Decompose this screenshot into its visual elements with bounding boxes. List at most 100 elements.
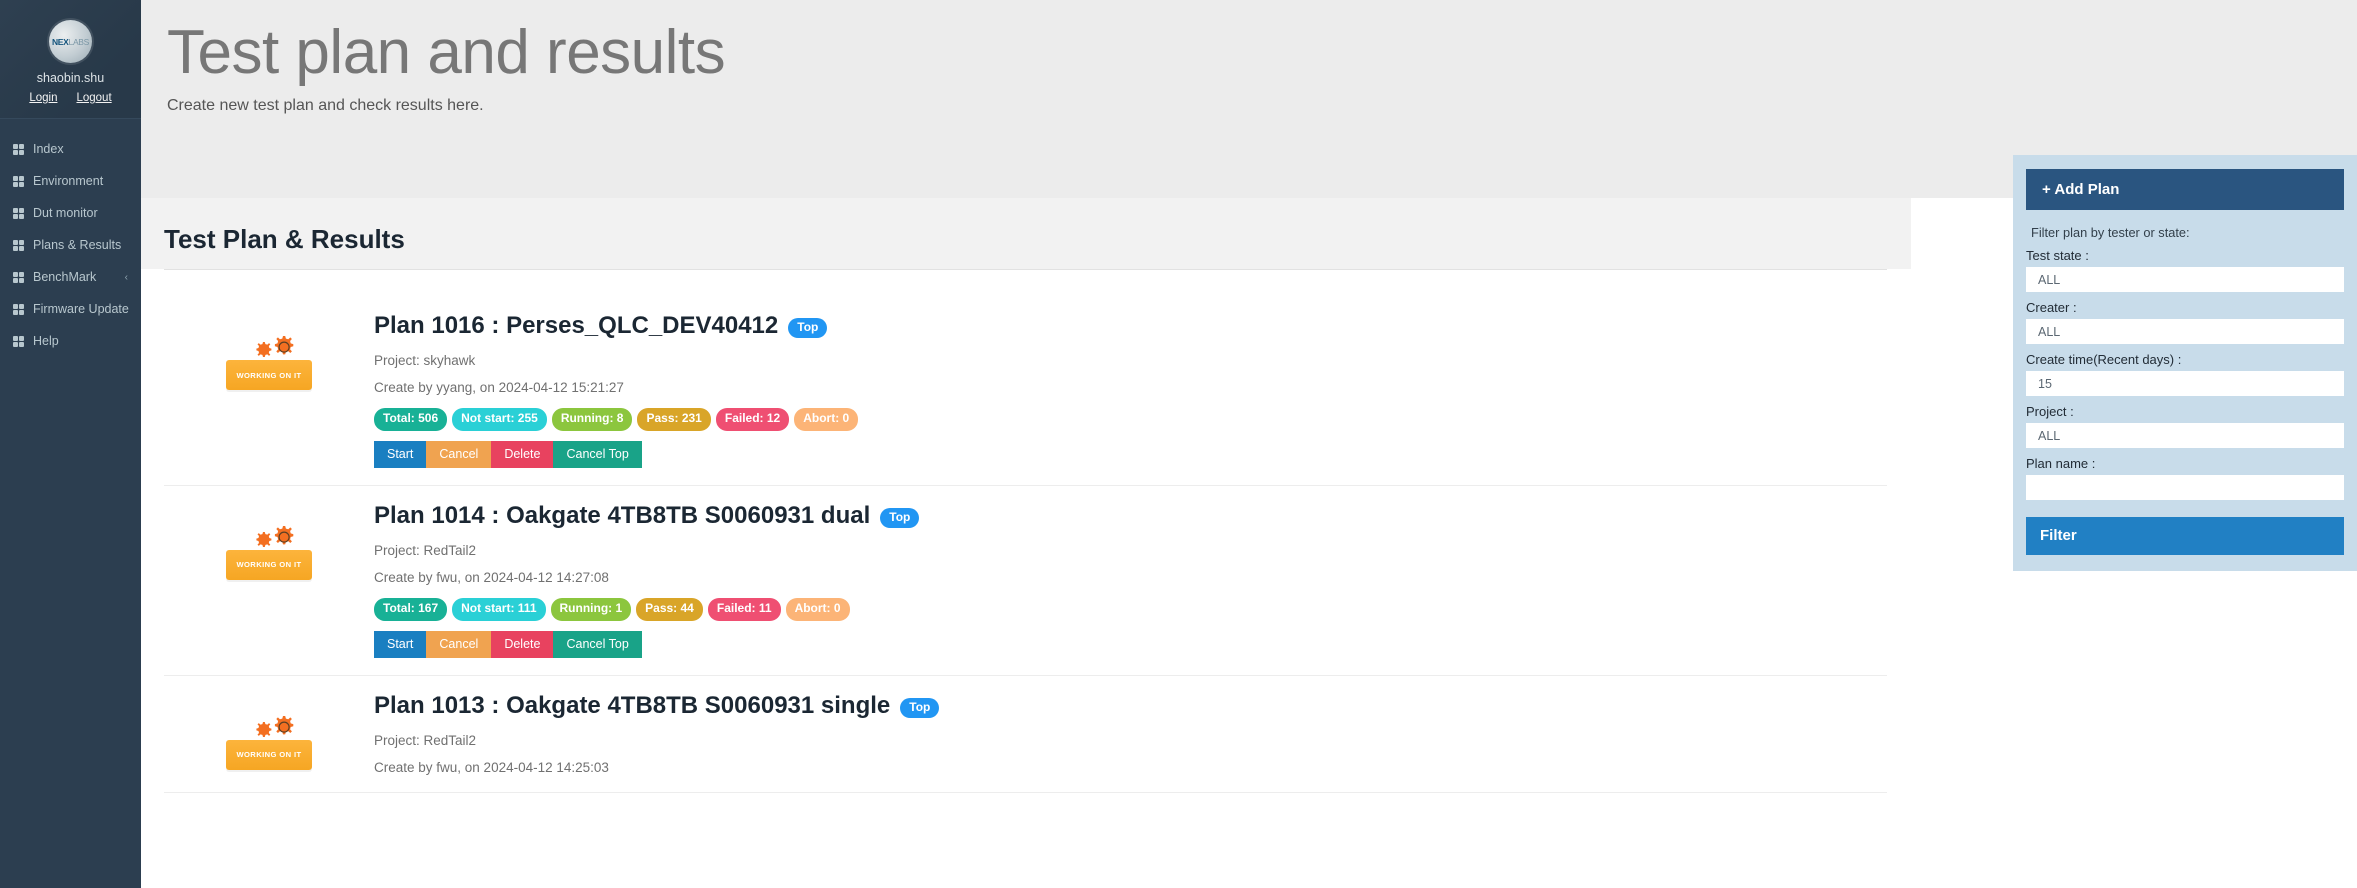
sidebar-item-plans-results[interactable]: Plans & Results: [0, 229, 141, 261]
grid-icon: [13, 143, 24, 155]
sidebar-item-benchmark[interactable]: BenchMark ‹: [0, 261, 141, 293]
grid-icon: [13, 303, 24, 315]
working-on-it-badge: WORKING ON IT: [226, 524, 312, 580]
filter-hint: Filter plan by tester or state:: [2031, 225, 2190, 240]
stat-badge: Not start: 255: [452, 407, 547, 431]
plan-card: WORKING ON IT Plan 1016 : Perses_QLC_DEV4…: [164, 296, 1887, 486]
sidebar-item-firmware-update[interactable]: Firmware Update: [0, 293, 141, 325]
sidebar-item-label: Index: [33, 142, 64, 156]
plan-thumbnail: WORKING ON IT: [164, 312, 374, 390]
filter-button[interactable]: Filter: [2026, 517, 2344, 555]
stat-badge: Not start: 111: [452, 597, 546, 621]
avatar-logo-labs: LABS: [68, 36, 90, 47]
filter-input-plan-name[interactable]: [2026, 475, 2344, 500]
plan-title-row: Plan 1016 : Perses_QLC_DEV40412 Top: [374, 312, 1867, 341]
avatar-logo-nex: NEX: [51, 36, 69, 47]
sidebar-item-index[interactable]: Index: [0, 133, 141, 165]
working-on-it-badge: WORKING ON IT: [226, 714, 312, 770]
stat-badge: Abort: 0: [785, 597, 850, 621]
working-on-it-label: WORKING ON IT: [236, 750, 302, 760]
main-content: Test plan and results Create new test pl…: [141, 0, 2357, 888]
plan-create-info: Create by fwu, on 2024-04-12 14:25:03: [374, 759, 609, 775]
sidebar: NEXLABS shaobin.shu Login Logout Index En…: [0, 0, 141, 888]
plan-project: Project: skyhawk: [374, 352, 476, 368]
sidebar-item-label: Dut monitor: [33, 206, 98, 220]
plan-action-buttons: Start Cancel Delete Cancel Top: [374, 630, 1867, 658]
plan-create-info: Create by fwu, on 2024-04-12 14:27:08: [374, 569, 609, 585]
stat-badge: Running: 8: [551, 407, 633, 431]
cancel-button[interactable]: Cancel: [426, 630, 492, 658]
avatar: NEXLABS: [49, 20, 92, 63]
plans-column: Test Plan & Results WORKING ON IT Plan 10…: [141, 198, 1911, 793]
logout-link[interactable]: Logout: [76, 92, 111, 104]
sidebar-item-dut-monitor[interactable]: Dut monitor: [0, 197, 141, 229]
filter-input-creater[interactable]: [2026, 319, 2344, 344]
plan-title[interactable]: Plan 1016 : Perses_QLC_DEV40412: [374, 312, 778, 341]
profile-links: Login Logout: [0, 92, 141, 104]
filter-panel: + Add Plan Filter plan by tester or stat…: [2013, 155, 2357, 571]
top-badge: Top: [900, 698, 940, 719]
stat-badge: Abort: 0: [794, 407, 859, 431]
grid-icon: [13, 271, 24, 283]
plan-stats-row: Total: 506 Not start: 255 Running: 8 Pass: …: [374, 407, 1867, 431]
plan-project: Project: RedTail2: [374, 732, 477, 748]
plan-body: Plan 1014 : Oakgate 4TB8TB S0060931 dual…: [374, 502, 1887, 658]
sidebar-item-help[interactable]: Help: [0, 325, 141, 357]
grid-icon: [13, 175, 24, 187]
sidebar-item-environment[interactable]: Environment: [0, 165, 141, 197]
filter-fields: Test state : Creater : Create time(Recent …: [2026, 248, 2344, 500]
cancel-top-button[interactable]: Cancel Top: [553, 630, 642, 658]
stat-badge: Total: 506: [374, 407, 448, 431]
plans-spacer: [141, 270, 1911, 296]
stat-badge: Pass: 44: [636, 597, 703, 621]
filter-field-label: Project :: [2026, 404, 2074, 419]
avatar-logo-text: NEXLABS: [52, 37, 89, 47]
cancel-top-button[interactable]: Cancel Top: [553, 440, 642, 468]
grid-icon: [13, 207, 24, 219]
filter-input-project[interactable]: [2026, 423, 2344, 448]
filter-input-create-time-recent-days[interactable]: [2026, 371, 2344, 396]
plan-project: Project: RedTail2: [374, 542, 477, 558]
top-badge: Top: [788, 318, 828, 339]
page-subtitle: Create new test plan and check results h…: [167, 97, 484, 115]
plan-title[interactable]: Plan 1014 : Oakgate 4TB8TB S0060931 dual: [374, 502, 870, 531]
start-button[interactable]: Start: [374, 440, 427, 468]
top-badge: Top: [880, 508, 920, 529]
cancel-button[interactable]: Cancel: [426, 440, 492, 468]
chevron-left-icon[interactable]: ‹: [125, 272, 128, 283]
plan-title-row: Plan 1013 : Oakgate 4TB8TB S0060931 sing…: [374, 692, 1867, 721]
stat-badge: Pass: 231: [637, 407, 711, 431]
sidebar-item-label: Environment: [33, 174, 104, 188]
working-on-it-label: WORKING ON IT: [236, 560, 302, 570]
working-on-it-label: WORKING ON IT: [236, 370, 302, 380]
plan-list: WORKING ON IT Plan 1016 : Perses_QLC_DEV4…: [141, 296, 1911, 793]
filter-field-label: Creater :: [2026, 300, 2077, 315]
working-on-it-plate: WORKING ON IT: [226, 739, 312, 770]
plan-create-info: Create by yyang, on 2024-04-12 15:21:27: [374, 379, 624, 395]
plan-body: Plan 1016 : Perses_QLC_DEV40412 Top Projec…: [374, 312, 1887, 468]
sidebar-profile: NEXLABS shaobin.shu Login Logout: [0, 0, 141, 119]
add-plan-button[interactable]: + Add Plan: [2026, 169, 2344, 210]
plan-body: Plan 1013 : Oakgate 4TB8TB S0060931 sing…: [374, 692, 1887, 775]
plan-stats-row: Total: 167 Not start: 111 Running: 1 Pass: …: [374, 597, 1867, 621]
plan-title-row: Plan 1014 : Oakgate 4TB8TB S0060931 dual…: [374, 502, 1867, 531]
plan-action-buttons: Start Cancel Delete Cancel Top: [374, 440, 1867, 468]
start-button[interactable]: Start: [374, 630, 427, 658]
page-title: Test plan and results: [167, 18, 726, 87]
sidebar-item-label: Firmware Update: [33, 302, 129, 316]
app-root: NEXLABS shaobin.shu Login Logout Index En…: [0, 0, 2357, 888]
stat-badge: Failed: 11: [707, 597, 781, 621]
stat-badge: Total: 167: [374, 597, 448, 621]
working-on-it-plate: WORKING ON IT: [226, 360, 312, 390]
plan-thumbnail: WORKING ON IT: [164, 502, 374, 580]
plan-title[interactable]: Plan 1013 : Oakgate 4TB8TB S0060931 sing…: [374, 692, 890, 721]
section-title: Test Plan & Results: [164, 224, 405, 254]
login-link[interactable]: Login: [29, 92, 57, 104]
filter-input-test-state[interactable]: [2026, 267, 2344, 292]
delete-button[interactable]: Delete: [491, 440, 554, 468]
plan-card: WORKING ON IT Plan 1014 : Oakgate 4TB8TB …: [164, 485, 1887, 676]
delete-button[interactable]: Delete: [491, 630, 554, 658]
plan-thumbnail: WORKING ON IT: [164, 692, 374, 770]
filter-field-label: Test state :: [2026, 248, 2089, 263]
stat-badge: Failed: 12: [715, 407, 790, 431]
